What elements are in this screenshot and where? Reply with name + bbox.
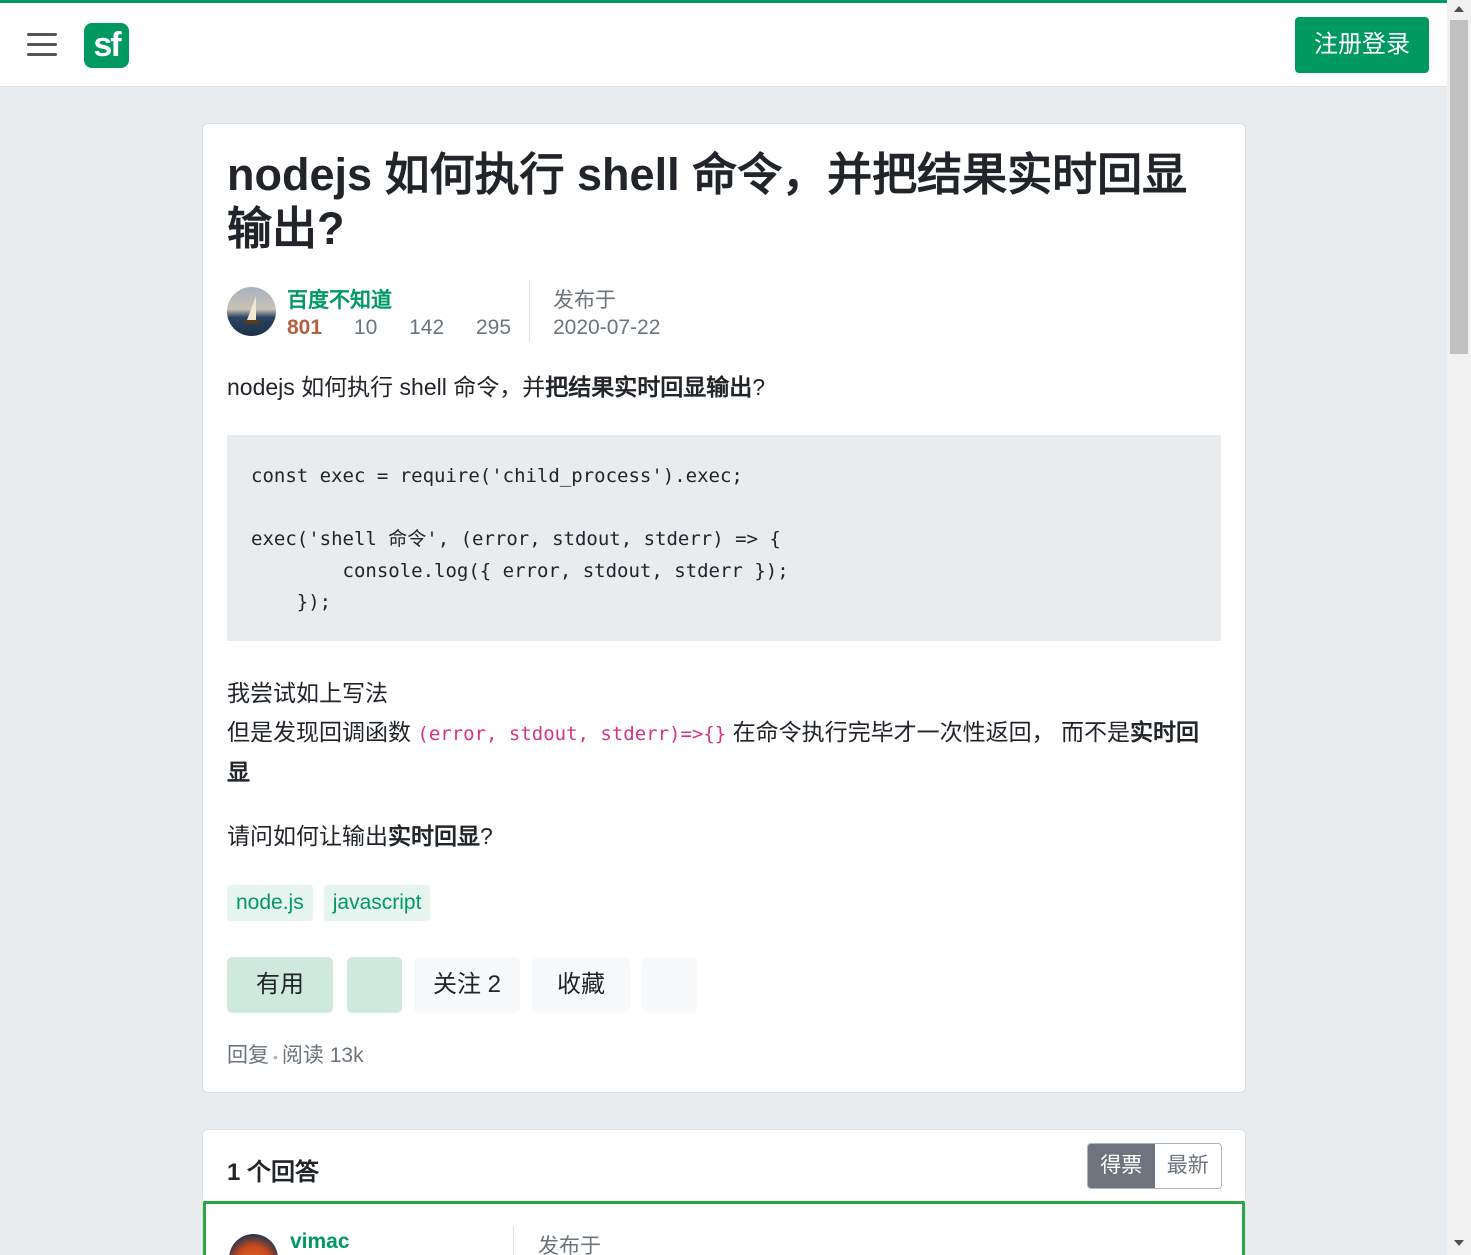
sort-by-latest-button[interactable]: 最新 [1154, 1144, 1221, 1188]
answer-meta-divider [513, 1226, 514, 1255]
more-actions-button[interactable] [642, 957, 697, 1013]
question-title: nodejs 如何执行 shell 命令，并把结果实时回显输出? [227, 149, 1188, 254]
useful-button[interactable]: 有用 [227, 957, 333, 1013]
follow-button[interactable]: 关注 2 [414, 957, 520, 1013]
sort-by-votes-button[interactable]: 得票 [1088, 1144, 1155, 1188]
scroll-down-arrow-icon[interactable] [1454, 1240, 1464, 1246]
published-label: 发布于 [553, 289, 616, 312]
site-logo[interactable]: sf [84, 23, 129, 68]
author-stat-3: 295 [475, 316, 512, 339]
answer-author-name-link[interactable]: vimac [290, 1230, 350, 1254]
favorite-button[interactable]: 收藏 [532, 957, 630, 1013]
scroll-up-arrow-icon[interactable] [1454, 6, 1464, 12]
meta-dot-separator: • [273, 1049, 278, 1065]
answer-sort-toggle: 得票 最新 [1087, 1143, 1222, 1189]
code-block: const exec = require('child_process').ex… [227, 435, 1221, 641]
scrollbar-thumb[interactable] [1450, 20, 1468, 354]
menu-icon[interactable] [27, 33, 57, 57]
question-body-paragraph-3: 请问如何让输出实时回显? [227, 823, 493, 849]
question-body-paragraph-2: 我尝试如上写法 但是发现回调函数 (error, stdout, stderr)=… [227, 680, 1200, 785]
accepted-answer: vimac 发布于 [203, 1201, 1245, 1255]
tag-nodejs[interactable]: node.js [227, 885, 313, 921]
tag-list: node.js javascript [227, 885, 431, 921]
author-stat-2: 142 [409, 316, 445, 339]
author-name-link[interactable]: 百度不知道 [287, 284, 392, 314]
published-date: 2020-07-22 [553, 316, 661, 339]
meta-divider [529, 280, 530, 342]
read-count: 阅读 13k [281, 1044, 364, 1067]
top-navbar: sf 注册登录 [0, 3, 1447, 87]
answer-published-label: 发布于 [538, 1235, 601, 1255]
author-stats: 801 10 142 295 [287, 316, 537, 340]
question-card: nodejs 如何执行 shell 命令，并把结果实时回显输出? 百度不知道 8… [202, 123, 1246, 1093]
answers-count-title: 1 个回答 [227, 1159, 320, 1186]
inline-code: (error, stdout, stderr)=>{} [417, 722, 727, 745]
answer-author-avatar[interactable] [229, 1234, 278, 1255]
author-reputation: 801 [287, 316, 323, 339]
downvote-button[interactable] [347, 957, 402, 1013]
author-stat-1: 10 [353, 316, 378, 339]
register-login-button[interactable]: 注册登录 [1295, 17, 1429, 73]
answers-card: 1 个回答 得票 最新 vimac 发布于 [202, 1129, 1246, 1255]
tag-javascript[interactable]: javascript [323, 885, 431, 921]
author-avatar[interactable] [227, 287, 276, 336]
reply-link[interactable]: 回复 [227, 1044, 269, 1067]
question-body-paragraph-1: nodejs 如何执行 shell 命令，并把结果实时回显输出? [227, 374, 766, 400]
question-meta: 回复 • 阅读 13k [227, 1039, 364, 1069]
